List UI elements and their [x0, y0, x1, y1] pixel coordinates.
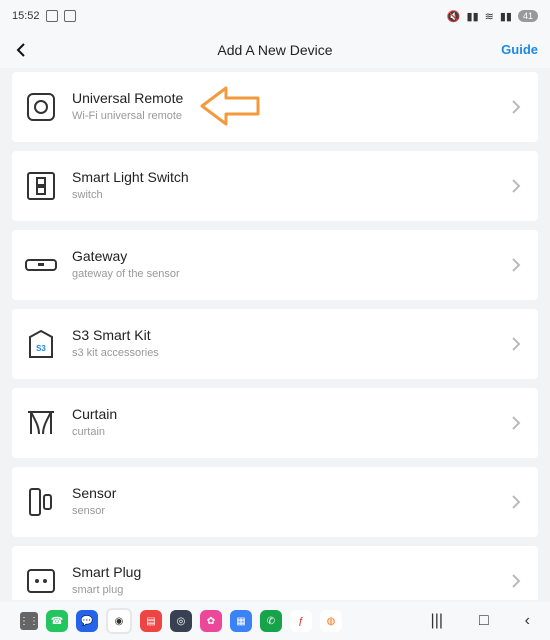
notes-app-icon[interactable]: ▤: [140, 610, 162, 632]
phone-app-icon[interactable]: ☎: [46, 610, 68, 632]
device-texts: Curtain curtain: [72, 406, 117, 438]
status-bar: 15:52 🔇 ▮▮ ≋ ▮▮ 41: [0, 0, 550, 32]
device-card-gateway[interactable]: Gateway gateway of the sensor: [12, 230, 538, 300]
chevron-right-icon: [512, 337, 521, 351]
chevron-right-icon: [512, 100, 521, 114]
back-nav-button[interactable]: ‹: [525, 612, 530, 630]
device-list: Universal Remote Wi-Fi universal remote …: [12, 72, 538, 600]
device-texts: Smart Plug smart plug: [72, 564, 141, 596]
chevron-right-icon: [512, 574, 521, 588]
signal-icon: ▮▮: [466, 10, 479, 23]
device-name: Universal Remote: [72, 90, 184, 106]
device-subtitle: switch: [72, 189, 103, 201]
device-name: Curtain: [72, 406, 118, 422]
device-card-universal-remote[interactable]: Universal Remote Wi-Fi universal remote: [12, 72, 538, 142]
app-icon-f[interactable]: ƒ: [290, 610, 312, 632]
home-button[interactable]: □: [479, 612, 489, 630]
status-left: 15:52: [12, 10, 76, 22]
gallery-app-icon[interactable]: ✿: [200, 610, 222, 632]
device-name: Smart Light Switch: [72, 169, 189, 185]
device-texts: Gateway gateway of the sensor: [72, 248, 180, 280]
universal-remote-icon: [27, 93, 55, 121]
screenshot-icon: [45, 10, 58, 22]
back-button[interactable]: [8, 36, 36, 64]
messages-app-icon[interactable]: 💬: [76, 610, 98, 632]
nav-buttons: ||| □ ‹: [431, 612, 530, 630]
kit-box-icon: S3: [29, 329, 53, 358]
kit-badge-text: S3: [36, 344, 46, 353]
device-subtitle: Wi-Fi universal remote: [72, 110, 183, 122]
signal-icon-2: ▮▮: [499, 10, 512, 23]
device-texts: Sensor sensor: [72, 485, 116, 517]
device-name: Gateway: [72, 248, 128, 264]
device-card-sensor[interactable]: Sensor sensor: [12, 467, 538, 537]
recents-button[interactable]: |||: [431, 612, 443, 630]
device-subtitle: sensor: [72, 505, 106, 517]
device-subtitle: gateway of the sensor: [72, 268, 180, 280]
whatsapp-app-icon[interactable]: ✆: [260, 610, 282, 632]
chevron-left-icon: [16, 43, 25, 57]
gateway-icon: [25, 259, 57, 271]
device-subtitle: s3 kit accessories: [72, 347, 159, 359]
page-title: Add A New Device: [217, 42, 333, 58]
status-time: 15:52: [12, 10, 40, 22]
system-nav-bar: ⋮⋮ ☎ 💬 ◉ ▤ ◎ ✿ ▦ ✆ ƒ ◍ ||| □ ‹: [0, 602, 550, 640]
device-subtitle: smart plug: [72, 584, 124, 596]
light-switch-icon: [27, 172, 55, 200]
sensor-icon: [29, 488, 52, 516]
device-card-smart-plug[interactable]: Smart Plug smart plug: [12, 546, 538, 600]
wifi-icon: ≋: [484, 10, 494, 23]
battery-icon: 41: [517, 10, 538, 22]
device-texts: Smart Light Switch switch: [72, 169, 189, 201]
chevron-right-icon: [512, 258, 521, 272]
app-drawer-icon[interactable]: ⋮⋮: [19, 612, 39, 630]
device-name: S3 Smart Kit: [72, 327, 151, 343]
chrome-app-icon[interactable]: ◉: [106, 608, 132, 634]
chevron-right-icon: [512, 179, 521, 193]
device-texts: S3 Smart Kit s3 kit accessories: [72, 327, 159, 359]
device-card-curtain[interactable]: Curtain curtain: [12, 388, 538, 458]
camera-app-icon[interactable]: ◎: [170, 610, 192, 632]
device-name: Smart Plug: [72, 564, 142, 580]
device-card-smart-light-switch[interactable]: Smart Light Switch switch: [12, 151, 538, 221]
files-app-icon[interactable]: ▦: [230, 610, 252, 632]
device-name: Sensor: [72, 485, 117, 501]
annotation-arrow-icon: [200, 86, 260, 126]
chevron-right-icon: [512, 416, 521, 430]
guide-link[interactable]: Guide: [501, 42, 538, 57]
device-card-s3-smart-kit[interactable]: S3 S3 Smart Kit s3 kit accessories: [12, 309, 538, 379]
device-texts: Universal Remote Wi-Fi universal remote: [72, 90, 183, 122]
notification-icon: [63, 10, 76, 22]
curtain-icon: [28, 411, 54, 435]
smart-plug-icon: [27, 569, 55, 593]
device-subtitle: curtain: [72, 426, 106, 438]
dock-apps: ⋮⋮ ☎ 💬 ◉ ▤ ◎ ✿ ▦ ✆ ƒ ◍: [19, 608, 342, 634]
app-icon-o[interactable]: ◍: [320, 610, 342, 632]
mute-icon: 🔇: [446, 10, 461, 23]
status-right: 🔇 ▮▮ ≋ ▮▮ 41: [447, 10, 538, 23]
chevron-right-icon: [512, 495, 521, 509]
top-bar: Add A New Device Guide: [0, 32, 550, 68]
